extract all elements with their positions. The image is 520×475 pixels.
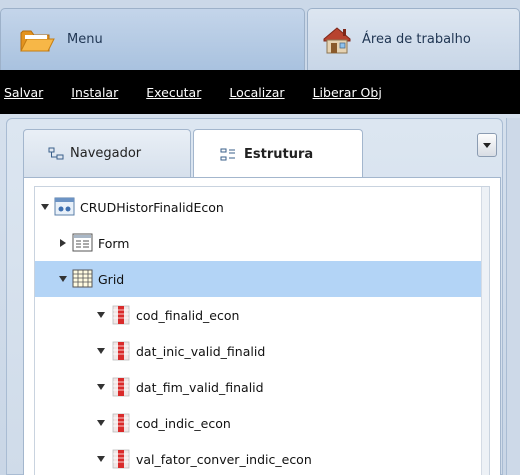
- tree-node-label: val_fator_conver_indic_econ: [136, 451, 312, 467]
- column-icon: [110, 305, 132, 325]
- vertical-scrollbar[interactable]: [481, 187, 489, 475]
- collapse-arrow-icon[interactable]: [60, 239, 66, 247]
- column-icon: [110, 449, 132, 469]
- tab-navegador-label: Navegador: [70, 146, 142, 161]
- column-icon: [110, 413, 132, 433]
- house-icon: [320, 25, 354, 55]
- expand-arrow-icon[interactable]: [97, 348, 105, 354]
- tab-area-label: Área de trabalho: [362, 32, 471, 47]
- grid-icon: [72, 269, 94, 289]
- top-tab-bar: Menu Área de trabalho: [0, 0, 520, 70]
- tree-node-grid[interactable]: Grid: [35, 261, 482, 297]
- structure-panel: Navegador Estrutura CRUDHistorFinalidEco…: [6, 118, 503, 475]
- tab-estrutura[interactable]: Estrutura: [193, 129, 363, 179]
- tree-node-label: dat_inic_valid_finalid: [136, 343, 266, 359]
- tree-node-label: cod_finalid_econ: [136, 307, 240, 323]
- structure-icon: [220, 148, 236, 162]
- expand-arrow-icon[interactable]: [41, 204, 49, 210]
- tab-estrutura-label: Estrutura: [244, 147, 314, 162]
- expand-arrow-icon[interactable]: [97, 420, 105, 426]
- tab-navegador[interactable]: Navegador: [23, 129, 191, 177]
- folder-icon: [19, 27, 55, 53]
- tab-menu-label: Menu: [67, 32, 103, 47]
- expand-arrow-icon[interactable]: [97, 384, 105, 390]
- app-icon: [54, 197, 76, 217]
- command-bar: Salvar Instalar Executar Localizar Liber…: [0, 70, 520, 114]
- tree-node-field[interactable]: cod_indic_econ: [35, 405, 482, 441]
- expand-arrow-icon[interactable]: [59, 276, 67, 282]
- save-button[interactable]: Salvar: [4, 85, 43, 100]
- execute-button[interactable]: Executar: [146, 85, 201, 100]
- tree-node-label: cod_indic_econ: [136, 415, 231, 431]
- app-window: Menu Área de trabalho Salvar Instalar Ex…: [0, 0, 520, 475]
- release-object-button[interactable]: Liberar Obj: [313, 85, 382, 100]
- tree-node-form[interactable]: Form: [35, 225, 482, 261]
- expand-arrow-icon[interactable]: [97, 312, 105, 318]
- structure-tree: CRUDHistorFinalidEcon Form Grid cod_fina…: [34, 186, 490, 475]
- expand-arrow-icon[interactable]: [97, 456, 105, 462]
- install-button[interactable]: Instalar: [71, 85, 118, 100]
- tab-area-trabalho[interactable]: Área de trabalho: [307, 8, 520, 70]
- column-icon: [110, 341, 132, 361]
- tree-node-label: Grid: [98, 271, 125, 287]
- tree-node-field[interactable]: dat_inic_valid_finalid: [35, 333, 482, 369]
- column-icon: [110, 377, 132, 397]
- navigator-icon: [48, 147, 64, 161]
- tree-node-label: Form: [98, 235, 130, 251]
- form-icon: [72, 233, 94, 253]
- tree-node-label: CRUDHistorFinalidEcon: [80, 199, 224, 215]
- tree-node-field[interactable]: dat_fim_valid_finalid: [35, 369, 482, 405]
- right-panel-edge: [506, 118, 520, 475]
- chevron-down-icon: [483, 142, 491, 148]
- structure-content: CRUDHistorFinalidEcon Form Grid cod_fina…: [23, 177, 501, 475]
- tab-menu[interactable]: Menu: [0, 8, 305, 70]
- tree-node-root[interactable]: CRUDHistorFinalidEcon: [35, 189, 482, 225]
- panel-menu-dropdown[interactable]: [477, 133, 497, 157]
- tree-node-label: dat_fim_valid_finalid: [136, 379, 264, 395]
- tree-node-field[interactable]: cod_finalid_econ: [35, 297, 482, 333]
- tree-node-field[interactable]: val_fator_conver_indic_econ: [35, 441, 482, 475]
- find-button[interactable]: Localizar: [229, 85, 284, 100]
